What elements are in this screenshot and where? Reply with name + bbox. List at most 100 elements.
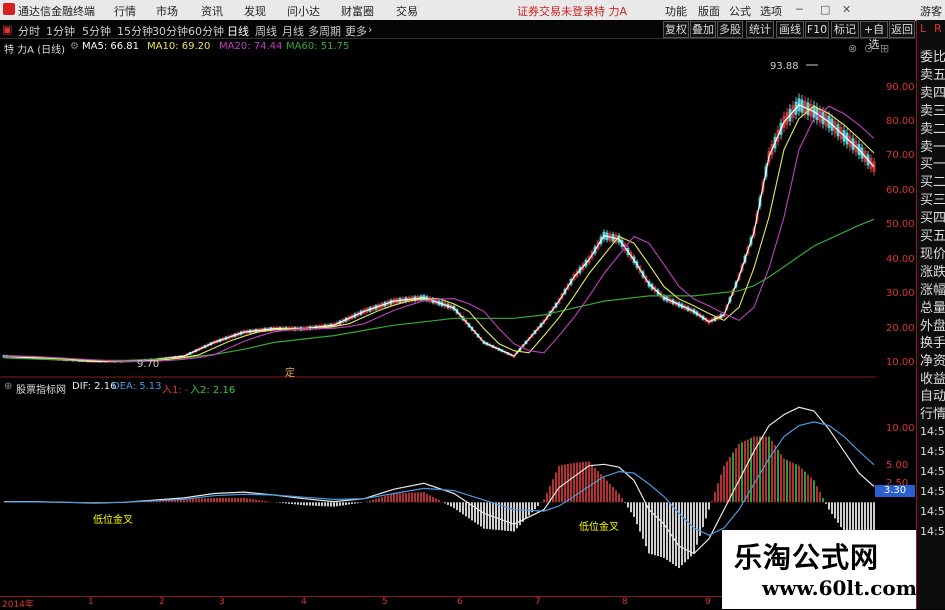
- price-tick: 20.00: [886, 322, 915, 334]
- tool-button[interactable]: 复权: [663, 21, 689, 38]
- dea-line: [4, 421, 875, 536]
- legend-indicator-name[interactable]: 股票指标网: [16, 381, 66, 396]
- price-tick: 40.00: [886, 253, 915, 265]
- trade-time: 14:5: [920, 525, 945, 538]
- legend-in2: 入2: 2.16: [190, 385, 236, 396]
- menu-item[interactable]: 发现: [244, 3, 266, 19]
- quote-field-label: 买四: [920, 211, 945, 227]
- period-tab[interactable]: 1分钟: [46, 23, 75, 39]
- period-tab-more[interactable]: 更多: [345, 23, 367, 39]
- tool-button[interactable]: 叠加: [690, 21, 716, 38]
- indicator-icon[interactable]: ⊕: [4, 381, 12, 392]
- trade-time: 14:5: [920, 445, 945, 458]
- period-tab[interactable]: 多周期: [308, 23, 341, 39]
- period-tab[interactable]: 5分钟: [82, 23, 111, 39]
- ma60-line: [3, 218, 875, 361]
- minimize-icon[interactable]: ─: [796, 3, 803, 16]
- tool-button[interactable]: +自选: [860, 21, 888, 51]
- toolbar-item[interactable]: 选项: [760, 3, 782, 19]
- legend-ma10: MA10: 69.20: [147, 41, 211, 52]
- legend-ma20: MA20: 74.44: [219, 41, 283, 52]
- quote-mode-label[interactable]: 行情: [920, 403, 945, 422]
- toolbar-item[interactable]: 公式: [729, 3, 751, 19]
- toolbar-item[interactable]: 版面: [698, 3, 720, 19]
- panel-l[interactable]: L: [920, 22, 926, 35]
- menu-item[interactable]: 资讯: [201, 3, 223, 19]
- close-chart-icon[interactable]: ⊗: [848, 42, 857, 55]
- settings-icon[interactable]: ⊙: [864, 42, 873, 55]
- guest-label[interactable]: 游客: [920, 3, 942, 19]
- annotation-golden-cross: 低位金叉: [579, 520, 619, 533]
- period-tab[interactable]: 15分钟: [117, 23, 153, 39]
- date-tick: 3: [219, 597, 225, 607]
- macd-value-label: 3.30: [875, 485, 915, 497]
- period-tab-active[interactable]: 日线: [227, 23, 249, 39]
- ma20-line: [4, 105, 875, 362]
- trade-time: 14:5: [920, 465, 945, 478]
- gear-icon[interactable]: ⚙: [70, 41, 79, 52]
- watermark: 乐淘公式网 www.60lt.com: [722, 530, 917, 609]
- chart-icon[interactable]: ▣: [2, 23, 12, 36]
- panel-r[interactable]: R: [934, 22, 942, 35]
- date-tick: 2: [159, 597, 165, 607]
- period-tab[interactable]: 周线: [255, 23, 277, 39]
- ma10-line: [3, 105, 875, 362]
- toolbar-item[interactable]: 功能: [665, 3, 687, 19]
- tool-button[interactable]: 返回: [889, 21, 915, 38]
- trade-time: 14:5: [920, 425, 945, 438]
- tool-button[interactable]: 标记: [831, 21, 859, 38]
- legend-stock: 特 力A (日线): [4, 45, 66, 56]
- date-tick: 5: [382, 597, 388, 607]
- quote-field-label: 买一: [920, 157, 945, 173]
- stock-name: 特 力A: [594, 5, 628, 18]
- menu-item[interactable]: 财富圈: [341, 3, 374, 19]
- price-chart[interactable]: 93.88 9.70 定: [0, 55, 876, 378]
- menu-item[interactable]: 行情: [114, 3, 136, 19]
- price-tick: 10.00: [886, 357, 915, 369]
- quote-mode-label[interactable]: 自动: [920, 385, 945, 404]
- maximize-icon[interactable]: □: [820, 3, 830, 16]
- quote-field-label: 卖二: [920, 121, 945, 137]
- period-toolbar: ▣ 分时 1分钟 5分钟 15分钟 30分钟 60分钟 日线 周线 月线 多周期…: [0, 20, 915, 51]
- quote-field-label: 涨跌: [920, 264, 945, 280]
- quote-field-label: 涨幅: [920, 282, 945, 298]
- period-tab[interactable]: 60分钟: [188, 23, 224, 39]
- title-bar: 通达信金融终端 行情 市场 资讯 发现 问小达 财富圈 交易 证券交易未登录 特…: [0, 0, 945, 21]
- menu-item[interactable]: 市场: [156, 3, 178, 19]
- trade-time: 14:5: [920, 505, 945, 518]
- period-tab[interactable]: 分时: [18, 23, 40, 39]
- annotation-marker: 定: [285, 366, 295, 378]
- login-status[interactable]: 证券交易未登录: [517, 3, 594, 19]
- quote-field-label: 买三: [920, 193, 945, 209]
- quote-field-label: 卖一: [920, 139, 945, 155]
- close-icon[interactable]: ✕: [842, 3, 851, 16]
- tool-button[interactable]: 统计: [746, 21, 774, 38]
- date-tick: 2014年: [2, 600, 34, 610]
- quote-field-label: 买二: [920, 175, 945, 191]
- expand-icon[interactable]: ⊞: [880, 42, 889, 55]
- macd-tick: 10.00: [886, 423, 915, 435]
- date-tick: 7: [535, 597, 541, 607]
- quote-field-label: 外盘: [920, 318, 945, 334]
- period-tab[interactable]: 月线: [282, 23, 304, 39]
- date-tick: 6: [457, 597, 463, 607]
- tool-button[interactable]: 画线: [776, 21, 804, 38]
- quote-field-label: 现价: [920, 246, 945, 262]
- tool-button[interactable]: 多股: [717, 21, 743, 38]
- app-title: 通达信金融终端: [18, 5, 95, 18]
- menu-item[interactable]: 问小达: [287, 3, 320, 19]
- chevron-right-icon[interactable]: ›: [368, 23, 372, 36]
- ma5-line: [3, 104, 875, 362]
- quote-field-label: 卖四: [920, 85, 945, 101]
- legend-dif: DIF: 2.16: [72, 381, 117, 392]
- tool-button[interactable]: F10: [805, 21, 829, 38]
- main-legend: 特 力A (日线) ⚙ MA5: 66.81 MA10: 69.20 MA20:…: [4, 41, 604, 56]
- annotation-low: 9.70: [137, 359, 159, 370]
- quote-field-label: 买五: [920, 229, 945, 244]
- menu-item[interactable]: 交易: [396, 3, 418, 19]
- legend-ma60: MA60: 51.75: [286, 41, 350, 52]
- price-tick: 30.00: [886, 288, 915, 300]
- price-tick: 60.00: [886, 184, 915, 196]
- period-tab[interactable]: 30分钟: [152, 23, 188, 39]
- quote-panel: L R 委比 卖五 卖四 卖三 卖二 卖一 买一 买二 买三 买四 买五 现价 涨跌 涨幅 总量 外盘 换手 净资…: [916, 20, 945, 609]
